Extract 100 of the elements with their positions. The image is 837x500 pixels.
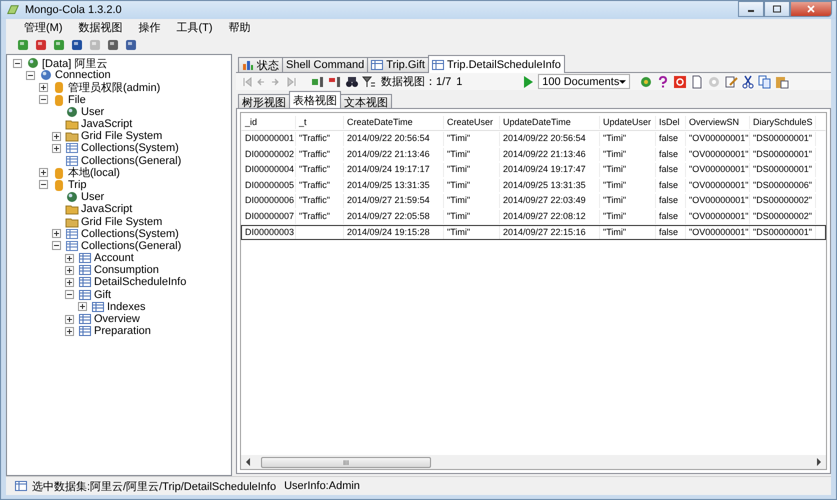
collapse-icon[interactable] [52,241,61,250]
tab[interactable]: 树形视图 [238,94,290,108]
table-row[interactable]: DI00000001 "Traffic" 2014/09/22 20:56:54 "Timi" 2014/09/22 20:56:54 "Timi" false "OV00000001" "DS00000001" [241,131,826,147]
tree-item[interactable]: Collections(System) [81,142,179,154]
maximize-button[interactable] [764,1,790,17]
collapse-icon[interactable] [13,58,22,68]
menu-item[interactable]: 帮助 [220,20,259,35]
tree-item[interactable]: Collections(System) [81,228,179,240]
tab[interactable]: 状态 [238,57,283,72]
tab[interactable]: 文本视图 [340,94,392,108]
table-row[interactable]: DI00000003 2014/09/24 19:15:28 "Timi" 2014/09/27 22:15:16 "Timi" false "OV00000001" "DS00000001" [241,224,826,240]
new-document-icon[interactable] [690,74,704,88]
table-row[interactable]: DI00000004 "Traffic" 2014/09/24 19:17:17 "Timi" 2014/09/24 19:17:47 "Timi" false "OV00000001" "DS00000001" [241,162,826,178]
menu-item[interactable]: 工具(T) [168,20,221,35]
tree-item[interactable]: User [81,106,104,118]
tab[interactable]: Shell Command [282,57,368,72]
tree-item[interactable]: Trip [68,178,87,191]
toolbar-icon[interactable] [328,74,342,88]
column-header[interactable]: CreateDateTime [344,116,444,128]
tab[interactable]: 表格视图 [289,91,341,108]
menu-item[interactable]: 管理(M) [16,20,70,35]
toolbar-icon[interactable] [70,38,84,52]
expand-icon[interactable] [65,254,74,263]
binoculars-icon[interactable] [345,74,359,88]
expand-icon[interactable] [39,168,48,178]
table-row[interactable]: DI00000002 "Traffic" 2014/09/22 21:13:46 "Timi" 2014/09/22 21:13:46 "Timi" false "OV00000001" "DS00000001" [241,146,826,162]
column-header[interactable]: UpdateUser [600,116,656,128]
tree-item[interactable]: Consumption [94,264,159,276]
table-row[interactable]: DI00000006 "Traffic" 2014/09/27 21:59:54 "Timi" 2014/09/27 22:03:49 "Timi" false "OV00000001" "DS00000002" [241,193,826,209]
expand-icon[interactable] [65,314,74,324]
paste-icon[interactable] [775,74,790,88]
tree-item[interactable]: 管理员权限(admin) [68,80,160,95]
tree-item[interactable]: JavaScript [81,118,132,130]
refresh-icon[interactable] [639,74,654,88]
cut-icon[interactable] [741,74,756,88]
tree-item[interactable]: DetailScheduleInfo [94,276,186,288]
tree-item[interactable]: JavaScript [81,203,132,216]
expand-icon[interactable] [52,144,61,153]
toolbar-icon[interactable] [124,38,138,52]
tree-item[interactable]: File [68,94,86,106]
table-cell: "Timi" [600,226,656,240]
edit-icon[interactable] [724,74,738,88]
tree-item[interactable]: Grid File System [81,130,162,142]
stop-icon[interactable] [673,74,688,88]
expand-icon[interactable] [65,266,74,275]
column-header[interactable]: CreateUser [444,116,500,128]
table-row[interactable]: DI00000005 "Traffic" 2014/09/25 13:31:35 "Timi" 2014/09/25 13:31:35 "Timi" false "OV00000001" "DS00000006" [241,178,826,194]
collapse-icon[interactable] [39,95,48,104]
tree-item[interactable]: Indexes [107,300,146,313]
expand-icon[interactable] [78,302,87,312]
tree-item[interactable]: Grid File System [81,216,162,228]
collapse-icon[interactable] [65,290,74,300]
column-header[interactable]: IsDel [656,116,686,128]
close-button[interactable] [790,1,832,17]
tab[interactable]: Trip.Gift [367,57,429,72]
tree-item[interactable]: 本地(local) [68,165,120,180]
tree-item[interactable]: Collections(General) [81,154,182,167]
tree-item[interactable]: Overview [94,313,140,326]
table-cell: "Traffic" [296,210,344,224]
column-header[interactable]: _id [242,116,296,128]
column-header[interactable]: OverviewSN [686,116,750,128]
column-header[interactable]: UpdateDateTime [500,116,600,128]
table-cell: "Traffic" [296,132,344,146]
tree-item[interactable]: Gift [94,288,112,301]
collapse-icon[interactable] [39,180,48,190]
expand-icon[interactable] [52,132,61,141]
table-row[interactable]: DI00000007 "Traffic" 2014/09/27 22:05:58 "Timi" 2014/09/27 22:08:12 "Timi" false "OV00000001" "DS00000002" [241,208,826,225]
column-header[interactable]: _t [296,116,344,128]
tab[interactable]: Trip.DetailScheduleInfo [428,55,565,73]
window-title: Mongo-Cola 1.3.2.0 [25,4,122,16]
expand-icon[interactable] [39,82,48,92]
expand-icon[interactable] [65,278,74,287]
menu-item[interactable]: 操作 [130,20,168,35]
copy-icon[interactable] [758,74,772,88]
tree-item[interactable]: Collections(General) [81,240,182,252]
tree-item[interactable]: User [81,191,104,204]
column-header[interactable]: DiarySchduleS [750,116,816,128]
collapse-icon[interactable] [26,70,35,80]
toolbar-icon[interactable] [106,38,120,52]
page-size-dropdown[interactable]: 100 Documents [538,74,630,89]
page-input[interactable]: 1 [454,75,518,88]
filter-icon[interactable] [362,74,376,88]
menu-item[interactable]: 数据视图 [70,20,130,35]
table-cell: DI00000005 [242,178,296,192]
tree-item[interactable]: Connection [55,69,111,82]
tree-item[interactable]: [Data] 阿里云 [42,56,108,71]
toolbar-icon[interactable] [52,38,66,52]
table-cell: false [656,210,686,224]
maximize-icon [772,5,782,13]
toolbar-icon[interactable] [16,38,30,52]
scroll-left-icon[interactable] [245,458,251,466]
minimize-button[interactable] [738,1,764,17]
tree-item[interactable]: Preparation [94,325,151,338]
expand-icon[interactable] [65,326,74,336]
expand-icon[interactable] [52,229,61,238]
toolbar-icon[interactable] [34,38,48,52]
scroll-right-icon[interactable] [816,458,822,466]
tree-item[interactable]: Account [94,252,134,264]
toolbar-icon[interactable] [311,74,325,88]
close-icon [806,5,816,13]
